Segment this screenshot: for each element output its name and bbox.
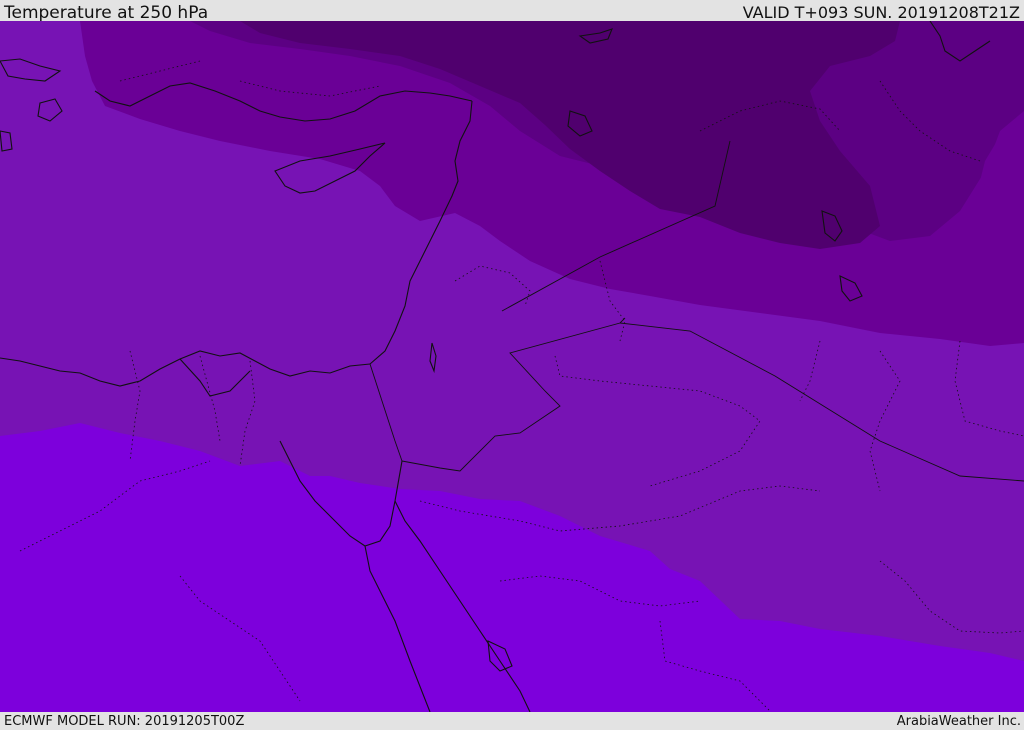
temperature-field [0,21,1024,712]
map-footer: ECMWF MODEL RUN: 20191205T00Z ArabiaWeat… [0,712,1024,729]
weather-map [0,21,1024,712]
map-title: Temperature at 250 hPa [4,3,209,23]
model-run: ECMWF MODEL RUN: 20191205T00Z [4,714,245,729]
valid-time: VALID T+093 SUN. 20191208T21Z [742,3,1020,22]
credit: ArabiaWeather Inc. [896,714,1021,729]
map-header: Temperature at 250 hPa VALID T+093 SUN. … [0,0,1024,23]
